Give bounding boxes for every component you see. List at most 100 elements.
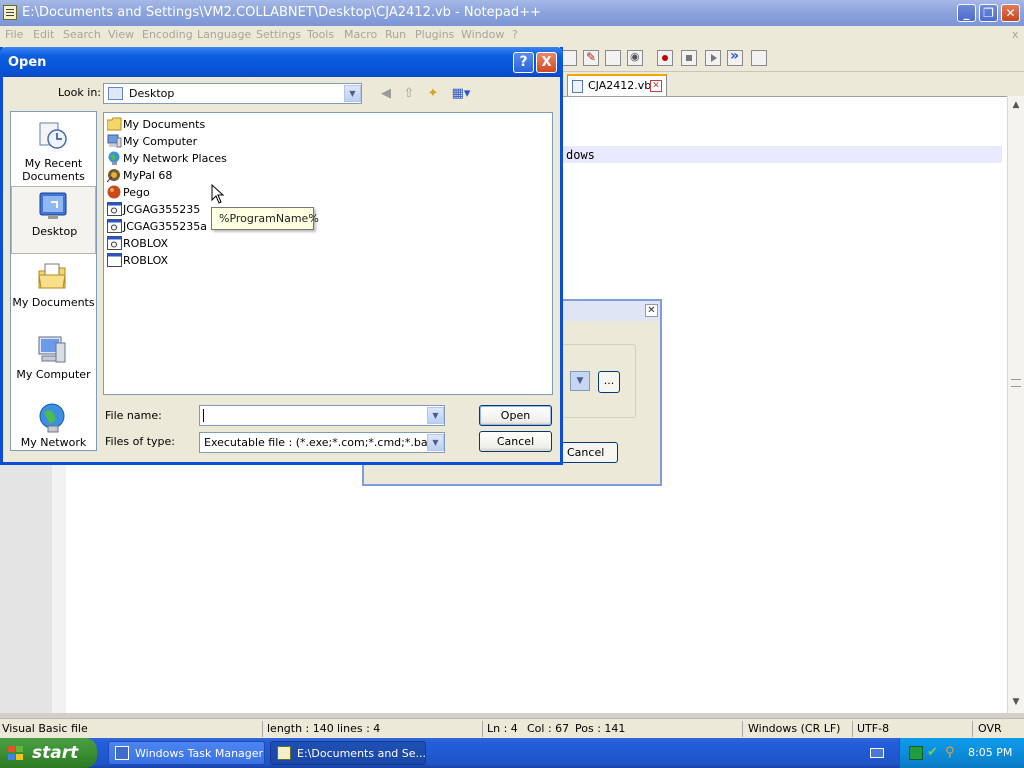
place-desktop[interactable]: Desktop	[11, 186, 96, 254]
chevron-down-icon[interactable]: ▼	[570, 371, 590, 391]
file-name: ROBLOX	[123, 237, 169, 250]
start-button[interactable]: start	[0, 738, 97, 768]
background-cancel-button[interactable]: Cancel	[561, 442, 618, 463]
menu-language[interactable]: Language	[197, 28, 251, 41]
pen-icon[interactable]	[583, 50, 599, 66]
taskbar-item-notepad[interactable]: E:\Documents and Se...	[270, 741, 426, 765]
search-icon[interactable]: ⚲	[945, 746, 959, 760]
tab-close-icon[interactable]: ✕	[650, 80, 662, 92]
file-name: Pego	[123, 186, 150, 199]
menu-run[interactable]: Run	[385, 28, 406, 41]
open-button[interactable]: Open	[479, 405, 552, 426]
recent-documents-icon	[39, 122, 67, 149]
place-my-computer[interactable]: My Computer	[11, 330, 96, 398]
taskbar-item-label: E:\Documents and Se...	[297, 747, 427, 760]
file-type-value: Executable file : (*.exe;*.com;*.cmd;*.b…	[204, 436, 437, 449]
menu-window[interactable]: Window	[461, 28, 504, 41]
menu-macro[interactable]: Macro	[344, 28, 377, 41]
panel-icon[interactable]	[605, 50, 621, 66]
chevron-down-icon[interactable]: ▼	[427, 407, 444, 424]
file-type-dropdown[interactable]: Executable file : (*.exe;*.com;*.cmd;*.b…	[199, 432, 445, 453]
menu-help[interactable]: ?	[512, 28, 518, 41]
text-caret	[203, 409, 204, 422]
network-icon	[108, 151, 120, 165]
stop-macro-icon[interactable]	[681, 50, 697, 66]
tab-cja2412[interactable]: CJA2412.vb ✕	[567, 74, 667, 96]
chevron-down-icon[interactable]: ▼	[344, 85, 361, 102]
place-my-network[interactable]: My Network	[11, 400, 96, 450]
close-window-button[interactable]: ✕	[1001, 4, 1020, 22]
status-divider	[852, 721, 853, 737]
open-dialog-title-bar: Open ? X	[0, 47, 563, 77]
minimize-button[interactable]: _	[957, 4, 976, 22]
status-insert-mode: OVR	[978, 722, 1002, 735]
browse-button[interactable]: ...	[598, 371, 620, 393]
toolbar-icon[interactable]	[561, 50, 577, 66]
help-button[interactable]: ?	[513, 52, 534, 73]
status-encoding: UTF-8	[857, 722, 890, 735]
scroll-down-arrow-icon[interactable]: ▼	[1011, 697, 1021, 707]
save-macro-icon[interactable]	[751, 50, 767, 66]
eye-icon[interactable]	[627, 50, 643, 66]
open-dialog-close-button[interactable]: X	[536, 52, 557, 73]
taskbar-item-task-manager[interactable]: Windows Task Manager	[108, 741, 265, 765]
tab-label: CJA2412.vb	[588, 79, 652, 92]
look-in-label: Look in:	[58, 86, 101, 99]
play-macro-icon[interactable]	[705, 50, 721, 66]
file-name: JCGAG355235	[123, 203, 201, 216]
mouse-cursor-icon	[211, 184, 225, 204]
chevron-down-icon[interactable]: ▼	[427, 434, 444, 451]
network-status-icon[interactable]: ✔	[927, 746, 941, 760]
up-folder-icon[interactable]: ⇧	[400, 86, 418, 103]
status-divider	[972, 721, 973, 737]
exe-icon	[107, 219, 122, 233]
view-menu-icon[interactable]: ▦▾	[448, 86, 474, 103]
menu-plugins[interactable]: Plugins	[415, 28, 454, 41]
my-network-icon	[39, 403, 65, 433]
scroll-thumb-grip[interactable]	[1011, 379, 1021, 387]
desktop-screen: E:\Documents and Settings\VM2.COLLABNET\…	[0, 0, 1024, 768]
vertical-scrollbar[interactable]: ▲ ▼	[1007, 96, 1024, 713]
notepad-window-title: E:\Documents and Settings\VM2.COLLABNET\…	[22, 5, 541, 20]
menu-search[interactable]: Search	[63, 28, 101, 41]
status-column: Col : 67	[527, 722, 570, 735]
exe-icon	[107, 202, 122, 216]
desktop-icon	[39, 192, 67, 219]
status-lines: lines : 4	[337, 722, 381, 735]
file-name: My Documents	[123, 118, 206, 131]
scroll-up-arrow-icon[interactable]: ▲	[1011, 100, 1021, 110]
run-macro-multiple-icon[interactable]	[727, 48, 743, 66]
restore-button[interactable]: ❐	[979, 4, 998, 22]
file-name: MyPal 68	[123, 169, 173, 182]
menu-encoding[interactable]: Encoding	[142, 28, 193, 41]
my-computer-icon	[38, 336, 66, 363]
menu-close-document[interactable]: x	[1012, 28, 1019, 41]
file-name-input[interactable]: ▼	[199, 405, 445, 426]
tray-app-icon[interactable]	[909, 746, 923, 760]
window-icon	[107, 253, 122, 267]
file-tooltip: %ProgramName%	[211, 207, 319, 230]
taskbar-item-label: Windows Task Manager	[135, 747, 264, 760]
app-icon	[107, 169, 120, 182]
place-my-documents[interactable]: My Documents	[11, 258, 96, 326]
menu-view[interactable]: View	[108, 28, 134, 41]
app-icon	[107, 185, 121, 199]
cancel-button[interactable]: Cancel	[479, 431, 552, 452]
record-macro-icon[interactable]	[657, 50, 673, 66]
back-arrow-icon[interactable]: ◀	[377, 86, 395, 103]
menu-edit[interactable]: Edit	[33, 28, 54, 41]
look-in-dropdown[interactable]: Desktop ▼	[103, 83, 362, 104]
background-dialog-close-icon[interactable]: ✕	[645, 304, 658, 317]
new-folder-icon[interactable]: ✦	[424, 86, 442, 103]
place-recent-documents[interactable]: My Recent Documents	[11, 116, 96, 184]
place-label: My Documents	[12, 296, 95, 309]
menu-file[interactable]: File	[5, 28, 23, 41]
menu-settings[interactable]: Settings	[256, 28, 301, 41]
keyboard-icon[interactable]	[870, 748, 884, 758]
menu-tools[interactable]: Tools	[307, 28, 334, 41]
my-documents-icon	[38, 263, 66, 289]
status-line-number: Ln : 4	[487, 722, 518, 735]
clock: 8:05 PM	[968, 746, 1013, 759]
place-label: My Network	[20, 436, 87, 449]
file-list[interactable]: My Documents My Computer My Network Plac…	[103, 112, 553, 395]
